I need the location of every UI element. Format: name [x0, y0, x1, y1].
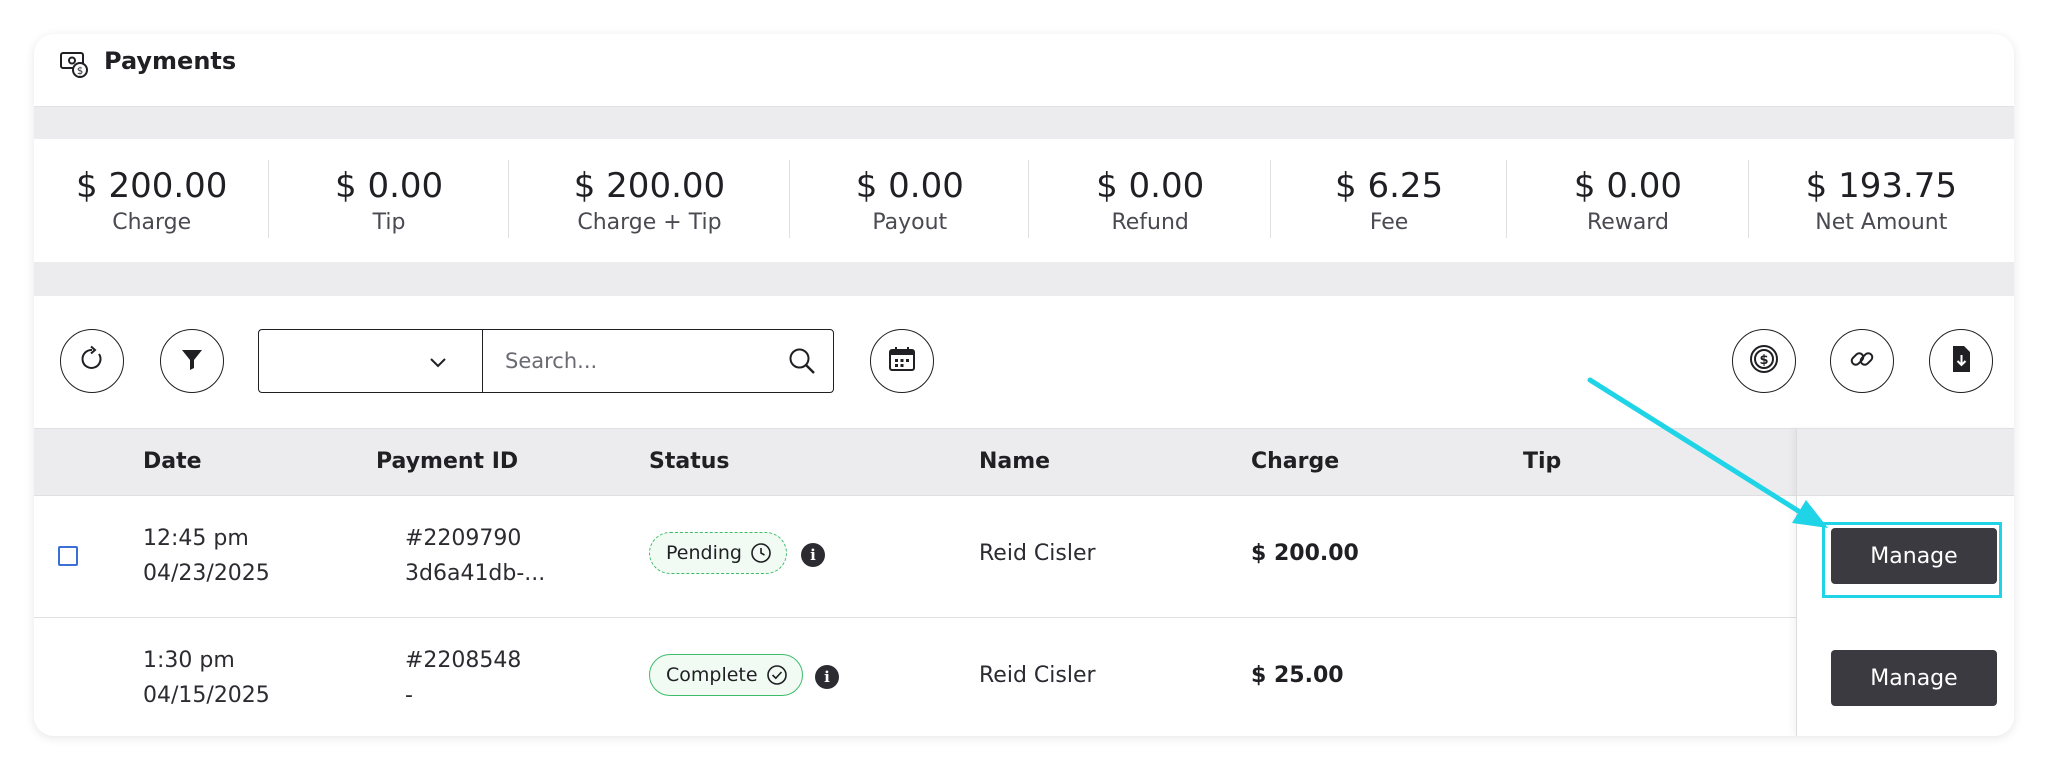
payment-time: 1:30 pm: [143, 648, 235, 673]
filter-button[interactable]: [160, 329, 224, 393]
summary-charge-tip: $ 200.00 Charge + Tip: [509, 138, 791, 262]
summary-refund: $ 0.00 Refund: [1029, 138, 1271, 262]
filter-select[interactable]: [258, 329, 482, 393]
export-button[interactable]: [1929, 329, 1993, 393]
status-label: Pending: [666, 542, 742, 564]
search-icon[interactable]: [787, 346, 817, 380]
info-icon[interactable]: i: [801, 543, 825, 567]
summary-label: Refund: [1111, 209, 1189, 235]
annotation-highlight-box: [1822, 522, 2002, 598]
refresh-button[interactable]: [60, 329, 124, 393]
table-header: Date Payment ID Status Name Charge Tip: [34, 428, 2014, 496]
column-header-tip[interactable]: Tip: [1523, 449, 1561, 474]
clock-icon: [750, 542, 772, 564]
payments-card: $ Payments $ 200.00 Charge $ 0.00 Tip $ …: [34, 34, 2014, 736]
row-checkbox[interactable]: [58, 546, 78, 566]
payments-header: $ Payments: [34, 34, 2014, 106]
dollar-icon: $: [1748, 343, 1780, 379]
payment-ref: 3d6a41db-...: [405, 561, 546, 586]
payment-link-button[interactable]: [1830, 329, 1894, 393]
table-row[interactable]: 12:45 pm 04/23/2025 #2209790 3d6a41db-..…: [34, 496, 2014, 618]
payment-date: 04/15/2025: [143, 683, 270, 708]
status-label: Complete: [666, 664, 758, 686]
search-box: [482, 329, 834, 393]
summary-value: $ 0.00: [855, 165, 964, 206]
actions-column-header: [1797, 428, 2014, 496]
charge-amount: $ 25.00: [1251, 663, 1344, 688]
svg-text:$: $: [77, 66, 83, 77]
payment-id: #2208548: [405, 648, 522, 673]
summary-fee: $ 6.25 Fee: [1271, 138, 1508, 262]
check-circle-icon: [766, 664, 788, 686]
customer-name: Reid Cisler: [979, 663, 1096, 688]
summary-value: $ 0.00: [335, 165, 444, 206]
summary-label: Payout: [872, 209, 948, 235]
date-cell: 12:45 pm 04/23/2025: [143, 521, 270, 591]
page-title: Payments: [104, 47, 237, 75]
svg-text:$: $: [1759, 353, 1768, 368]
summary-tip: $ 0.00 Tip: [269, 138, 509, 262]
column-header-date[interactable]: Date: [143, 449, 202, 474]
manage-button[interactable]: Manage: [1831, 650, 1997, 706]
summary-charge: $ 200.00 Charge: [34, 138, 270, 262]
calendar-icon: [887, 344, 917, 378]
payment-time: 12:45 pm: [143, 526, 249, 551]
column-header-charge[interactable]: Charge: [1251, 449, 1339, 474]
date-cell: 1:30 pm 04/15/2025: [143, 643, 270, 713]
payment-id-cell: #2209790 3d6a41db-...: [405, 521, 545, 591]
customer-name: Reid Cisler: [979, 541, 1096, 566]
download-file-icon: [1947, 344, 1975, 378]
summary-value: $ 6.25: [1335, 165, 1444, 206]
divider-band: [34, 262, 2014, 296]
summary-value: $ 200.00: [76, 165, 228, 206]
money-icon: $: [58, 48, 90, 80]
summary-bar: $ 200.00 Charge $ 0.00 Tip $ 200.00 Char…: [34, 138, 2014, 263]
date-range-button[interactable]: [870, 329, 934, 393]
summary-label: Charge + Tip: [577, 209, 722, 235]
summary-reward: $ 0.00 Reward: [1507, 138, 1749, 262]
table-row[interactable]: 1:30 pm 04/15/2025 #2208548 - Complete i…: [34, 618, 2014, 736]
column-header-name[interactable]: Name: [979, 449, 1050, 474]
summary-net-amount: $ 193.75 Net Amount: [1749, 138, 2014, 262]
payment-ref: -: [405, 683, 413, 708]
payment-date: 04/23/2025: [143, 561, 270, 586]
status-badge: Complete: [649, 654, 803, 696]
summary-payout: $ 0.00 Payout: [790, 138, 1030, 262]
summary-value: $ 0.00: [1096, 165, 1205, 206]
summary-label: Charge: [112, 209, 192, 235]
payout-button[interactable]: $: [1732, 329, 1796, 393]
charge-amount: $ 200.00: [1251, 541, 1359, 566]
summary-label: Reward: [1587, 209, 1669, 235]
payment-id-cell: #2208548 -: [405, 643, 521, 713]
column-header-payment-id[interactable]: Payment ID: [376, 449, 518, 474]
status-badge: Pending: [649, 532, 787, 574]
filter-icon: [178, 345, 206, 377]
payment-id: #2209790: [405, 526, 522, 551]
toolbar: $: [34, 296, 2014, 428]
summary-label: Fee: [1369, 209, 1409, 235]
search-input[interactable]: [503, 330, 777, 392]
column-header-status[interactable]: Status: [649, 449, 729, 474]
summary-label: Tip: [372, 209, 406, 235]
chevron-down-icon: [428, 352, 448, 376]
divider-band: [34, 106, 2014, 139]
refresh-icon: [78, 345, 106, 377]
link-icon: [1847, 344, 1877, 378]
summary-label: Net Amount: [1815, 209, 1948, 235]
summary-value: $ 193.75: [1805, 165, 1958, 206]
summary-value: $ 0.00: [1573, 165, 1683, 206]
info-icon[interactable]: i: [815, 665, 839, 689]
summary-value: $ 200.00: [573, 165, 726, 206]
